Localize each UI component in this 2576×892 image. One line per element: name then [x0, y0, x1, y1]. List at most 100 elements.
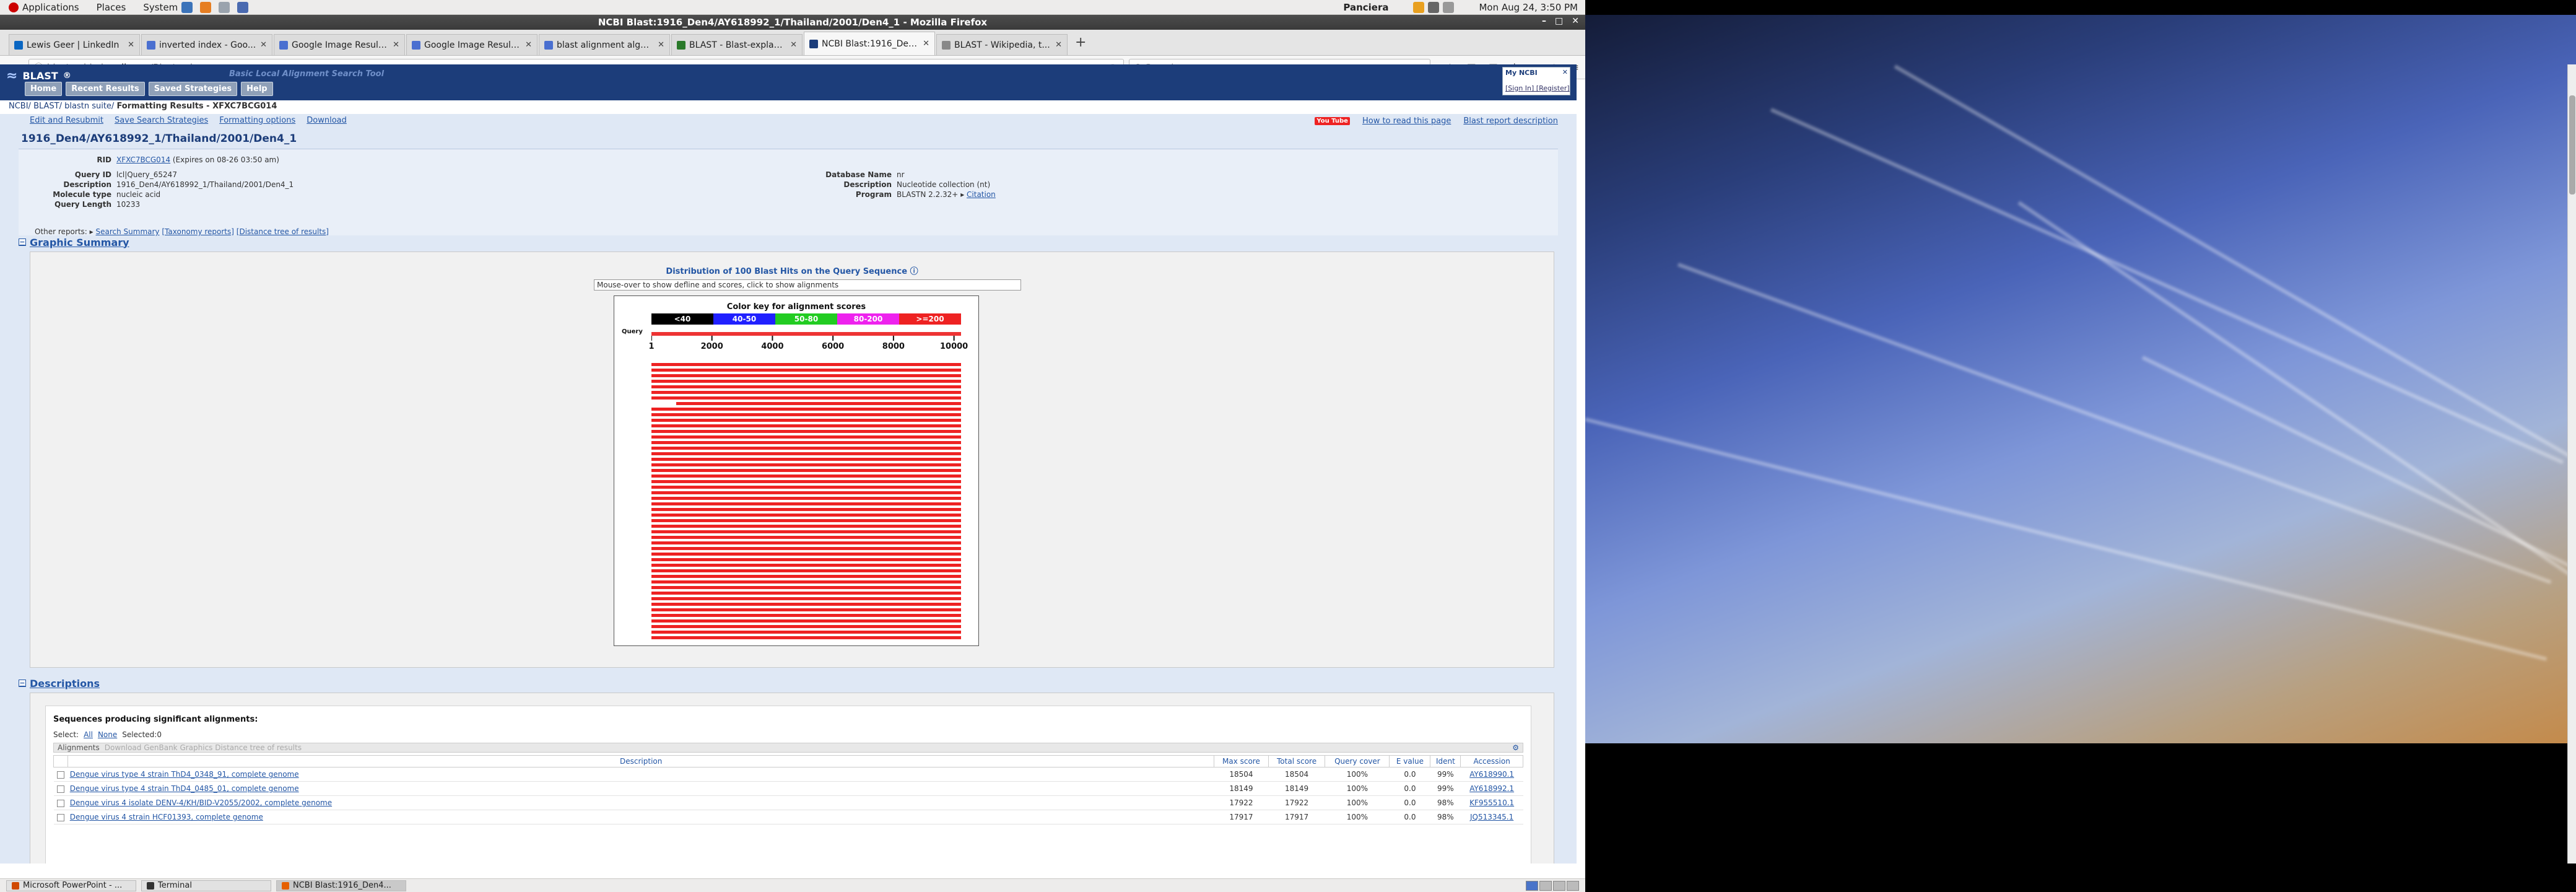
- tab-close-icon[interactable]: ✕: [790, 40, 797, 50]
- cell-desc[interactable]: Dengue virus 4 strain HCF01393, complete…: [67, 810, 1214, 824]
- hit-bar[interactable]: [651, 480, 961, 483]
- hit-bar[interactable]: [651, 575, 961, 578]
- applications-menu[interactable]: Applications: [0, 2, 88, 13]
- hit-bar[interactable]: [651, 592, 961, 595]
- hit-bar[interactable]: [651, 385, 961, 388]
- browser-tab[interactable]: inverted index - Goo... ✕: [141, 34, 272, 55]
- nav-recent-results[interactable]: Recent Results: [66, 82, 145, 96]
- row-checkbox[interactable]: [57, 799, 65, 807]
- tab-close-icon[interactable]: ✕: [1055, 40, 1062, 50]
- graphic-summary-title[interactable]: Graphic Summary: [30, 237, 129, 248]
- tab-close-icon[interactable]: ✕: [128, 40, 134, 50]
- hit-bar[interactable]: [651, 536, 961, 539]
- row-checkbox[interactable]: [57, 785, 65, 793]
- tab-close-icon[interactable]: ✕: [923, 39, 929, 48]
- row-checkbox[interactable]: [57, 813, 65, 821]
- hit-bar[interactable]: [651, 458, 961, 461]
- places-menu[interactable]: Places: [88, 2, 135, 13]
- tab-close-icon[interactable]: ✕: [658, 40, 664, 50]
- column-header[interactable]: Query cover: [1325, 755, 1390, 767]
- hit-bar[interactable]: [651, 580, 961, 584]
- hit-bar[interactable]: [651, 619, 961, 623]
- hit-bar[interactable]: [651, 547, 961, 550]
- new-tab-icon[interactable]: +: [1069, 35, 1092, 50]
- browser-tab[interactable]: blast alignment algor... ✕: [539, 34, 670, 55]
- close-box-icon[interactable]: ✕: [1562, 68, 1568, 76]
- workspace-button[interactable]: [1553, 880, 1565, 891]
- hit-bar[interactable]: [651, 424, 961, 427]
- save-strategies-link[interactable]: Save Search Strategies: [115, 116, 208, 125]
- maximize-icon[interactable]: □: [1555, 16, 1563, 26]
- hit-bar[interactable]: [651, 463, 961, 466]
- taxonomy-link[interactable]: [Taxonomy reports]: [162, 227, 234, 236]
- workspace-button[interactable]: [1526, 880, 1538, 891]
- settings-gear-icon[interactable]: ⚙: [1512, 743, 1519, 752]
- nav-home[interactable]: Home: [25, 82, 63, 96]
- minimize-icon[interactable]: –: [1542, 16, 1546, 26]
- taskbar-button[interactable]: Microsoft PowerPoint - ...: [6, 880, 136, 891]
- browser-tab[interactable]: Google Image Result... ✕: [274, 34, 405, 55]
- breadcrumb-links[interactable]: NCBI/ BLAST/ blastn suite/: [9, 102, 114, 111]
- select-all-link[interactable]: All: [84, 730, 93, 739]
- hit-bar[interactable]: [651, 603, 961, 606]
- rid-link[interactable]: XFXC7BCG014: [116, 155, 170, 164]
- hit-bar[interactable]: [651, 497, 961, 500]
- hit-bar[interactable]: [651, 408, 961, 411]
- help-icon[interactable]: ⓘ: [910, 267, 918, 276]
- hit-bar[interactable]: [651, 413, 961, 416]
- citation-link[interactable]: Citation: [967, 190, 996, 199]
- browser-tab[interactable]: BLAST - Wikipedia, t... ✕: [936, 34, 1068, 55]
- hit-bar[interactable]: [651, 586, 961, 589]
- tab-close-icon[interactable]: ✕: [260, 40, 267, 50]
- cell-acc[interactable]: AY618992.1: [1460, 781, 1523, 796]
- search-summary-link[interactable]: Search Summary: [96, 227, 160, 236]
- hit-bar[interactable]: [651, 430, 961, 433]
- hit-bar[interactable]: [651, 396, 961, 400]
- browser-tab[interactable]: Google Image Result... ✕: [406, 34, 537, 55]
- hit-bar[interactable]: [651, 608, 961, 611]
- hit-bar[interactable]: [651, 374, 961, 377]
- hit-bar[interactable]: [651, 502, 961, 505]
- formatting-options-link[interactable]: Formatting options: [219, 116, 295, 125]
- network-tray-icon[interactable]: [1428, 1, 1440, 13]
- hit-bar[interactable]: [651, 614, 961, 617]
- hit-bar[interactable]: [651, 508, 961, 511]
- how-to-read-link[interactable]: How to read this page: [1362, 116, 1451, 126]
- hit-bar[interactable]: [651, 541, 961, 544]
- scrollbar-thumb[interactable]: [2569, 95, 2575, 195]
- hit-bars[interactable]: [651, 363, 961, 642]
- hit-bar[interactable]: [651, 514, 961, 517]
- workspace-button[interactable]: [1567, 880, 1579, 891]
- hit-bar[interactable]: [651, 625, 961, 628]
- cell-acc[interactable]: JQ513345.1: [1460, 810, 1523, 824]
- youtube-icon[interactable]: You Tube: [1315, 117, 1350, 125]
- hit-bar[interactable]: [651, 469, 961, 472]
- column-header[interactable]: Description: [67, 755, 1215, 767]
- update-tray-icon[interactable]: [1413, 1, 1425, 13]
- workspace-button[interactable]: [1539, 880, 1552, 891]
- browser-tab[interactable]: Lewis Geer | LinkedIn ✕: [9, 34, 140, 55]
- mail-launcher-icon[interactable]: [219, 1, 230, 13]
- cell-acc[interactable]: KF955510.1: [1460, 795, 1523, 810]
- volume-tray-icon[interactable]: [1443, 1, 1455, 13]
- descriptions-header[interactable]: − Descriptions: [19, 676, 1558, 690]
- collapse-icon[interactable]: −: [19, 680, 26, 687]
- graphic-summary-header[interactable]: − Graphic Summary: [19, 235, 1558, 249]
- user-name[interactable]: Panciera: [1343, 2, 1388, 13]
- close-icon[interactable]: ✕: [1572, 16, 1579, 26]
- hit-bar[interactable]: [651, 447, 961, 450]
- row-checkbox[interactable]: [57, 771, 65, 779]
- collapse-icon[interactable]: −: [19, 238, 26, 246]
- browser-tab[interactable]: NCBI Blast:1916_Den... ✕: [804, 32, 935, 55]
- nav-help[interactable]: Help: [241, 82, 273, 96]
- hit-bar[interactable]: [651, 553, 961, 556]
- hit-bar[interactable]: [651, 369, 961, 372]
- hit-bar[interactable]: [651, 558, 961, 561]
- hit-bar[interactable]: [651, 363, 961, 366]
- column-header[interactable]: E value: [1389, 755, 1431, 767]
- edit-resubmit-link[interactable]: Edit and Resubmit: [30, 116, 103, 125]
- system-menu[interactable]: System: [134, 1, 261, 13]
- cell-desc[interactable]: Dengue virus type 4 strain ThD4_0485_01,…: [67, 781, 1214, 796]
- workspace-switcher[interactable]: [1526, 880, 1579, 891]
- hit-bar[interactable]: [651, 391, 961, 394]
